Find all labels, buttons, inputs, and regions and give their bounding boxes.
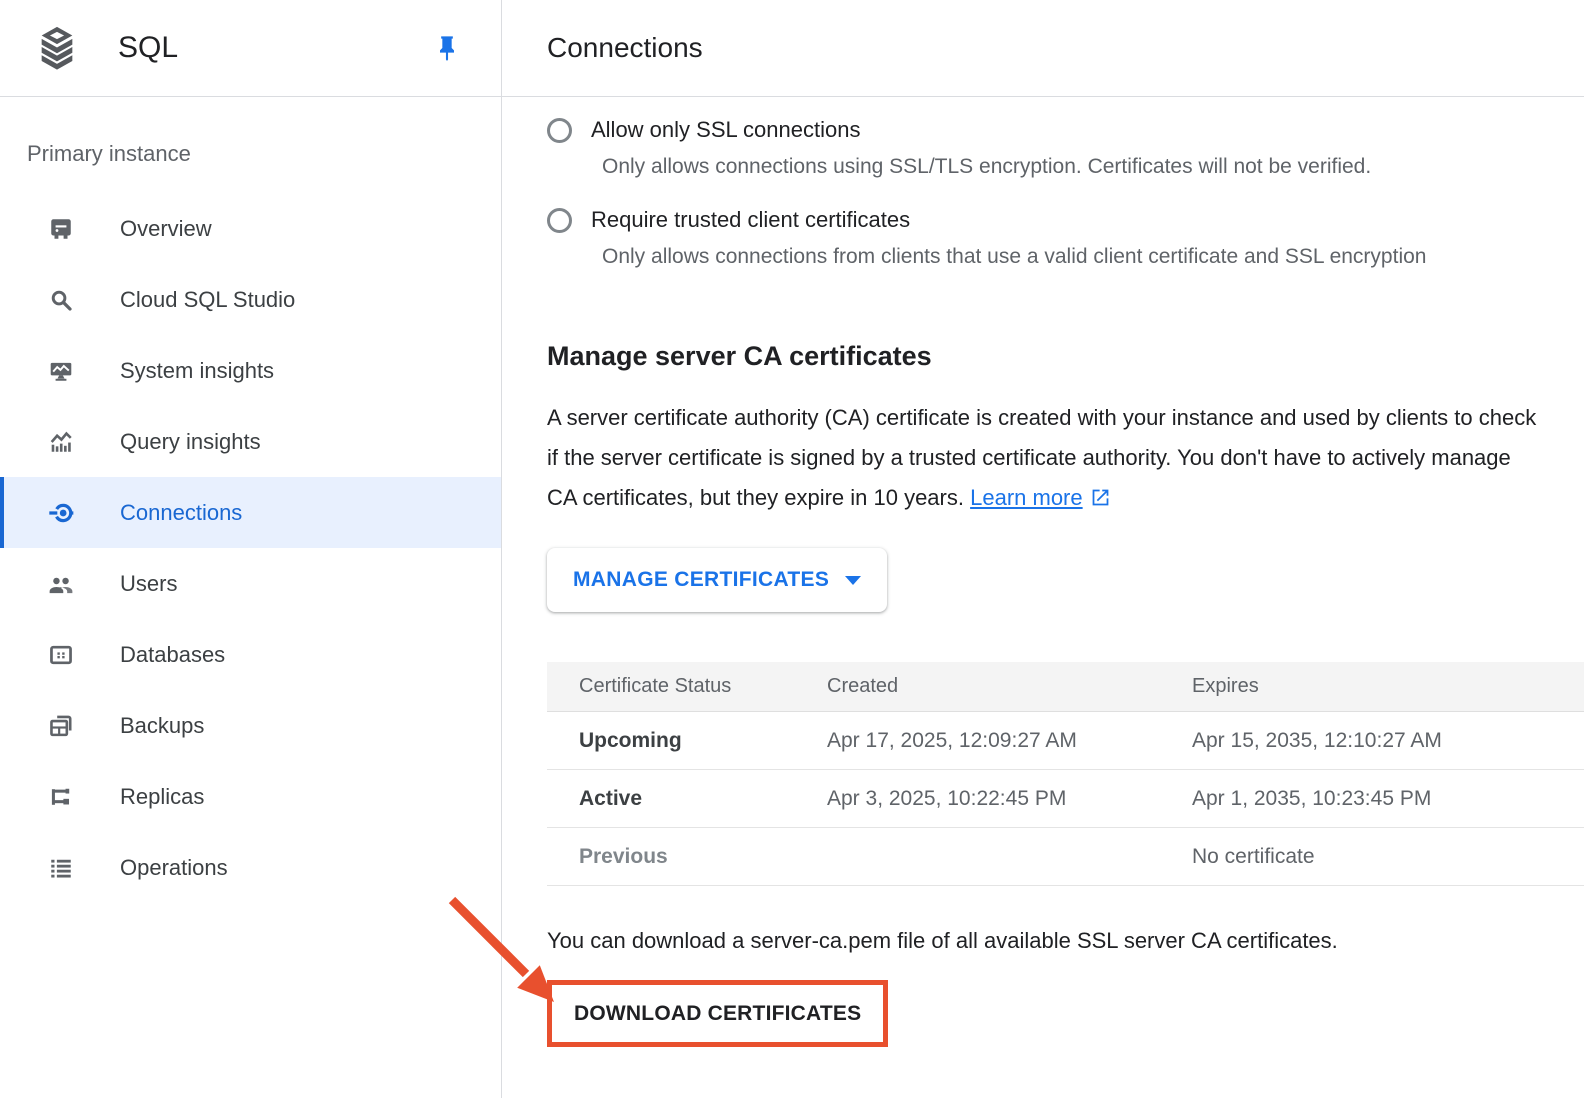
sidebar-item-label: Connections: [120, 500, 242, 526]
column-header-certificate-status: Certificate Status: [579, 675, 827, 698]
manage-certificates-button[interactable]: MANAGE CERTIFICATES: [547, 548, 887, 612]
certificate-status: Active: [579, 787, 827, 811]
sidebar-item-label: Users: [120, 571, 177, 597]
sidebar-item-label: Replicas: [120, 784, 204, 810]
sidebar-item-system-insights[interactable]: System insights: [0, 335, 501, 406]
sidebar-item-users[interactable]: Users: [0, 548, 501, 619]
replicas-icon: [48, 784, 74, 810]
sidebar-item-label: System insights: [120, 358, 274, 384]
column-header-expires: Expires: [1192, 675, 1584, 698]
radio-label: Allow only SSL connections: [591, 117, 860, 143]
column-header-created: Created: [827, 675, 1192, 698]
query-stats-icon: [48, 429, 74, 455]
page-header: Connections: [502, 0, 1584, 97]
databases-icon: [48, 642, 74, 668]
connections-content: Allow only SSL connections Only allows c…: [502, 97, 1584, 1098]
instance-overview-icon: [48, 216, 74, 242]
brand-header: SQL: [0, 0, 502, 97]
radio-button[interactable]: [547, 118, 572, 143]
sidebar-item-replicas[interactable]: Replicas: [0, 761, 501, 832]
learn-more-link[interactable]: Learn more: [970, 485, 1111, 510]
radio-label: Require trusted client certificates: [591, 207, 910, 233]
certificate-expires: Apr 1, 2035, 10:23:45 PM: [1192, 787, 1584, 811]
certificate-expires: Apr 15, 2035, 12:10:27 AM: [1192, 729, 1584, 753]
connections-icon: [48, 500, 74, 526]
table-header-row: Certificate Status Created Expires: [547, 662, 1584, 712]
certificate-created: Apr 17, 2025, 12:09:27 AM: [827, 729, 1192, 753]
sidebar-item-label: Cloud SQL Studio: [120, 287, 295, 313]
download-note: You can download a server-ca.pem file of…: [547, 928, 1584, 954]
table-row: Upcoming Apr 17, 2025, 12:09:27 AM Apr 1…: [547, 712, 1584, 770]
certificate-created: Apr 3, 2025, 10:22:45 PM: [827, 787, 1192, 811]
radio-description: Only allows connections from clients tha…: [602, 243, 1584, 271]
certificate-expires: No certificate: [1192, 845, 1584, 869]
certificate-status: Upcoming: [579, 729, 827, 753]
sidebar-item-operations[interactable]: Operations: [0, 832, 501, 903]
certificate-status: Previous: [579, 845, 827, 869]
sidebar-item-backups[interactable]: Backups: [0, 690, 501, 761]
sidebar-item-label: Databases: [120, 642, 225, 668]
sidebar-item-overview[interactable]: Overview: [0, 193, 501, 264]
ssl-option-allow-only-ssl: Allow only SSL connections: [547, 115, 1584, 145]
product-title: SQL: [118, 31, 178, 65]
cloud-sql-console: SQL Connections Primary instance Overvie…: [0, 0, 1584, 1098]
sidebar: Primary instance Overview Cloud SQL Stud…: [0, 97, 502, 1098]
search-icon: [48, 287, 74, 313]
sidebar-item-label: Overview: [120, 216, 212, 242]
cloud-sql-logo-icon: [34, 24, 80, 72]
radio-button[interactable]: [547, 208, 572, 233]
sidebar-section-label: Primary instance: [27, 141, 501, 167]
table-row: Previous No certificate: [547, 828, 1584, 886]
users-icon: [48, 571, 74, 597]
manage-certificates-label: MANAGE CERTIFICATES: [573, 568, 829, 592]
operations-icon: [48, 855, 74, 881]
certificates-table: Certificate Status Created Expires Upcom…: [547, 662, 1584, 886]
sidebar-item-label: Backups: [120, 713, 204, 739]
manage-ca-description: A server certificate authority (CA) cert…: [547, 398, 1539, 518]
table-row: Active Apr 3, 2025, 10:22:45 PM Apr 1, 2…: [547, 770, 1584, 828]
manage-ca-heading: Manage server CA certificates: [547, 341, 1584, 372]
page-title: Connections: [547, 32, 703, 64]
ssl-option-require-client-certs: Require trusted client certificates: [547, 205, 1584, 235]
sidebar-item-databases[interactable]: Databases: [0, 619, 501, 690]
sidebar-item-label: Operations: [120, 855, 228, 881]
learn-more-label: Learn more: [970, 485, 1083, 510]
radio-description: Only allows connections using SSL/TLS en…: [602, 153, 1584, 181]
external-link-icon: [1090, 487, 1111, 508]
sidebar-item-cloud-sql-studio[interactable]: Cloud SQL Studio: [0, 264, 501, 335]
sidebar-item-label: Query insights: [120, 429, 261, 455]
annotation-highlight-box: DOWNLOAD CERTIFICATES: [547, 980, 888, 1047]
pin-icon[interactable]: [433, 34, 461, 62]
monitor-chart-icon: [48, 358, 74, 384]
chevron-down-icon: [845, 576, 861, 585]
backups-icon: [48, 713, 74, 739]
sidebar-item-connections[interactable]: Connections: [0, 477, 501, 548]
download-certificates-button[interactable]: DOWNLOAD CERTIFICATES: [552, 985, 883, 1042]
sidebar-item-query-insights[interactable]: Query insights: [0, 406, 501, 477]
